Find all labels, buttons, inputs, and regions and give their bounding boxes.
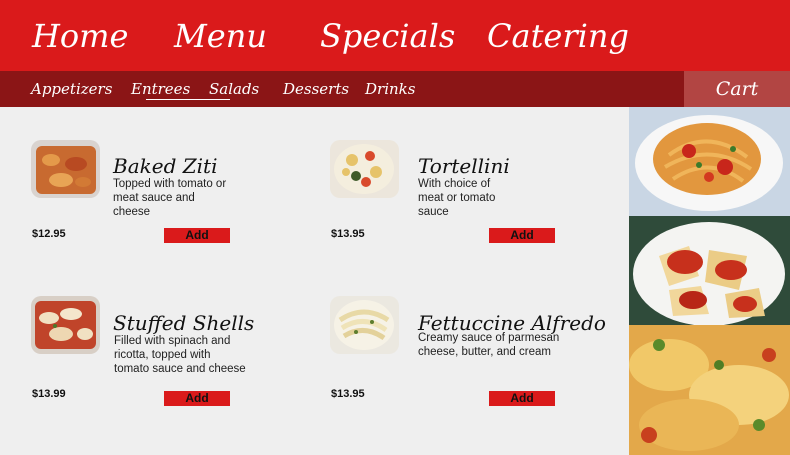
add-to-cart-button[interactable]: Add (489, 228, 555, 243)
tab-drinks[interactable]: Drinks (365, 79, 415, 99)
dish-price: $12.95 (32, 228, 66, 240)
ravioli-photo (629, 216, 790, 325)
add-to-cart-button[interactable]: Add (164, 391, 230, 406)
dish-name: Tortellini (418, 154, 510, 178)
cart-button[interactable]: Cart (684, 71, 790, 107)
dish-price: $13.99 (32, 388, 66, 400)
fettuccine-alfredo-image (330, 296, 399, 354)
cannelloni-photo (629, 325, 790, 455)
nav-catering-link[interactable]: Catering (487, 16, 629, 56)
add-to-cart-button[interactable]: Add (164, 228, 230, 243)
tortellini-image (330, 140, 399, 198)
category-nav: Appetizers Entrees Salads Desserts Drink… (0, 71, 790, 107)
tab-entrees[interactable]: Entrees (131, 79, 190, 99)
tab-salads[interactable]: Salads (209, 79, 259, 99)
nav-home-link[interactable]: Home (32, 16, 128, 56)
dish-price: $13.95 (331, 228, 365, 240)
add-to-cart-button[interactable]: Add (489, 391, 555, 406)
dish-description: Topped with tomato or meat sauce and che… (113, 178, 227, 218)
dish-description: Creamy sauce of parmesan cheese, butter,… (418, 332, 560, 358)
tab-desserts[interactable]: Desserts (283, 79, 349, 99)
top-nav: Home Menu Specials Catering (0, 0, 790, 71)
dish-description: With choice of meat or tomato sauce (418, 178, 496, 218)
baked-ziti-image (31, 140, 100, 198)
dish-name: Stuffed Shells (113, 311, 255, 335)
dish-description: Filled with spinach and ricotta, topped … (114, 335, 246, 375)
dish-name: Baked Ziti (113, 154, 218, 178)
spaghetti-photo (629, 107, 790, 216)
stuffed-shells-image (31, 296, 100, 354)
dish-price: $13.95 (331, 388, 365, 400)
nav-menu-link[interactable]: Menu (174, 16, 267, 56)
nav-specials-link[interactable]: Specials (320, 16, 455, 56)
tab-appetizers[interactable]: Appetizers (31, 79, 112, 99)
active-tab-underline (146, 99, 230, 100)
